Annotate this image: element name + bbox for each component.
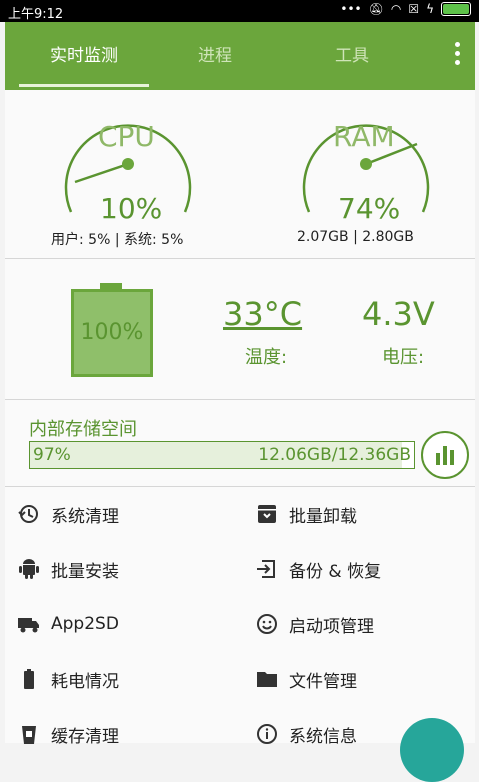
overflow-menu-icon[interactable] — [455, 42, 461, 68]
menu-system-clean[interactable]: 系统清理 — [17, 494, 119, 534]
cpu-percent: 10% — [100, 192, 163, 225]
charging-icon: ϟ — [426, 2, 434, 16]
ram-percent: 74% — [338, 192, 401, 225]
menu-power-usage[interactable]: 耗电情况 — [17, 659, 119, 699]
battery-panel: 100% 33°C 温度: 4.3V 电压: — [5, 259, 475, 399]
gauges-panel: CPU 10% 用户: 5% | 系统: 5% RAM 74% 2.07GB |… — [5, 90, 475, 258]
menu-app2sd[interactable]: App2SD — [17, 604, 119, 644]
menu-backup-restore[interactable]: 备份 & 恢复 — [255, 549, 381, 589]
floating-action-button[interactable] — [400, 718, 464, 782]
status-time: 上午9:12 — [8, 7, 64, 22]
storage-percent: 97% — [33, 445, 71, 465]
history-icon — [18, 505, 38, 523]
battery-icon: 100% — [71, 289, 153, 377]
tab-label: 工具 — [335, 46, 369, 66]
battery-status-icon — [441, 2, 471, 16]
temperature-label: 温度: — [245, 347, 288, 368]
app-bar: 实时监测 进程 工具 — [5, 22, 475, 90]
storage-stats-button[interactable] — [421, 431, 469, 479]
bar-chart-icon — [436, 446, 454, 465]
menu-file-manager[interactable]: 文件管理 — [255, 659, 357, 699]
android-icon — [19, 559, 39, 579]
restore-icon — [257, 560, 275, 578]
tab-label: 进程 — [198, 46, 232, 66]
cpu-title: CPU — [98, 120, 155, 153]
tab-tools[interactable]: 工具 — [302, 22, 402, 90]
menu-batch-install[interactable]: 批量安装 — [17, 549, 119, 589]
tab-process[interactable]: 进程 — [165, 22, 265, 90]
tab-realtime[interactable]: 实时监测 — [19, 22, 149, 90]
archive-icon — [258, 505, 276, 523]
folder-icon — [257, 672, 277, 687]
menu-batch-uninstall[interactable]: 批量卸载 — [255, 494, 357, 534]
mute-icon: 🔕︎ — [368, 2, 384, 16]
trash-icon — [22, 726, 36, 744]
menu-label: 文件管理 — [289, 671, 357, 692]
tab-indicator — [19, 84, 149, 87]
truck-icon — [18, 618, 39, 633]
storage-bar: 97% 12.06GB/12.36GB — [29, 441, 415, 469]
ram-title: RAM — [333, 120, 395, 153]
wifi-icon: ◠ — [390, 2, 402, 16]
status-icons: ••• 🔕︎ ◠ ☒ ϟ — [340, 2, 471, 16]
info-icon — [257, 724, 277, 744]
voltage-label: 电压: — [382, 347, 425, 368]
menu-label: 启动项管理 — [289, 616, 374, 637]
menu-startup-manager[interactable]: 启动项管理 — [255, 604, 374, 644]
menu-label: 批量卸载 — [289, 506, 357, 527]
menu-label: 系统清理 — [51, 506, 119, 527]
menu-system-info[interactable]: 系统信息 — [255, 714, 357, 754]
temperature-value: 33°C — [223, 295, 303, 333]
more-dots-icon: ••• — [340, 2, 362, 16]
cpu-detail: 用户: 5% | 系统: 5% — [51, 232, 184, 248]
battery-percent: 100% — [80, 320, 144, 345]
menu-label: 耗电情况 — [51, 671, 119, 692]
battery-icon — [24, 669, 34, 689]
smiley-icon — [257, 614, 277, 634]
storage-panel: 内部存储空间 97% 12.06GB/12.36GB — [5, 400, 475, 486]
storage-title: 内部存储空间 — [29, 419, 137, 440]
menu-label: 批量安装 — [51, 561, 119, 582]
voltage-value: 4.3V — [362, 295, 435, 333]
menu-label: 备份 & 恢复 — [289, 561, 382, 582]
ram-detail: 2.07GB | 2.80GB — [297, 229, 414, 245]
menu-cache-clean[interactable]: 缓存清理 — [17, 714, 119, 754]
status-bar: 上午9:12 ••• 🔕︎ ◠ ☒ ϟ — [0, 0, 479, 22]
tools-menu: 系统清理 批量安装 App2SD 耗电情况 缓存清理 批量卸载 备份 & 恢复 … — [5, 487, 475, 747]
sim-icon: ☒ — [408, 2, 420, 16]
storage-usage: 12.06GB/12.36GB — [258, 445, 411, 465]
menu-label: App2SD — [51, 614, 119, 634]
tab-label: 实时监测 — [50, 46, 118, 66]
